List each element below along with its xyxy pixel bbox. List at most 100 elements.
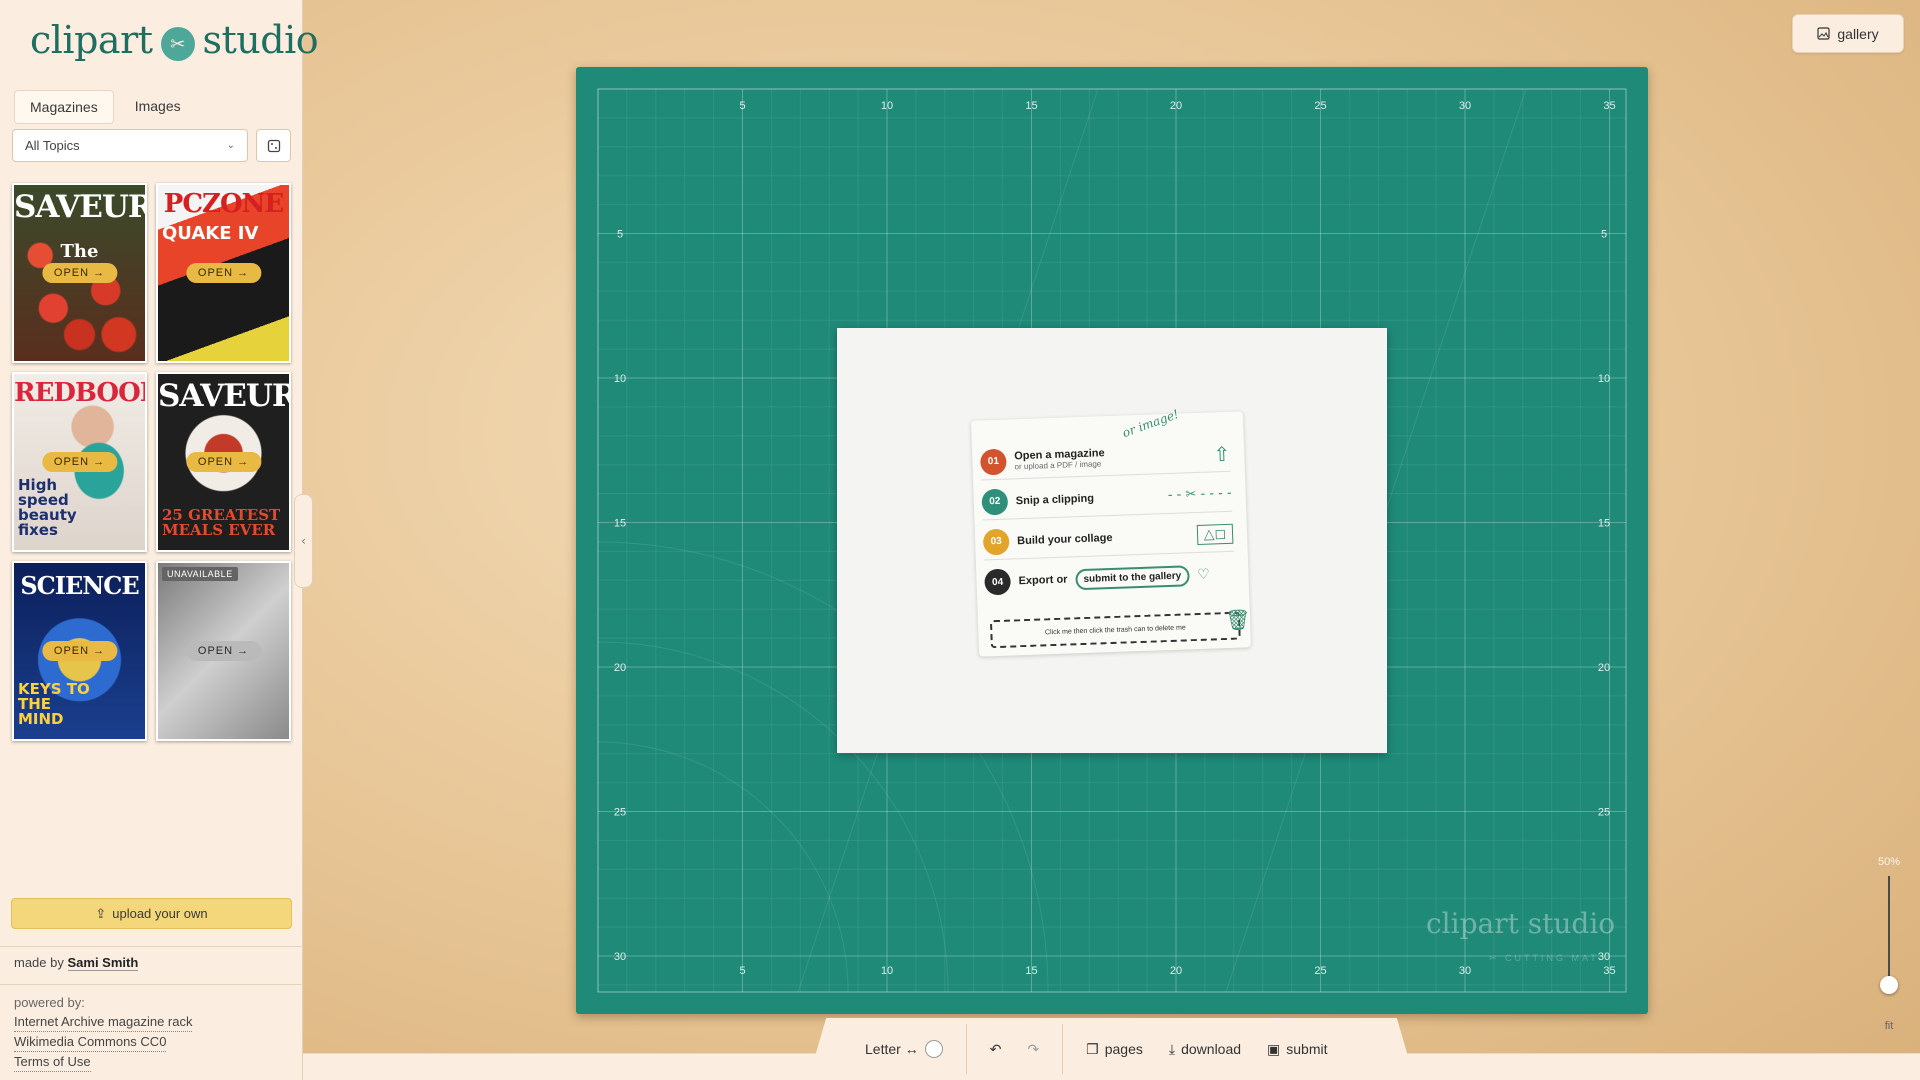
magazine-card[interactable]: PCZONE QUAKE IV OPEN → [156,183,291,363]
shapes-sketch-icon: △◻ [1196,523,1234,545]
ruler-label: 30 [614,951,626,963]
terms-link[interactable]: Terms of Use [14,1052,91,1072]
zoom-level: 50% [1877,856,1901,868]
step-number: 02 [981,488,1009,515]
ruler-label: 30 [1598,951,1610,963]
magazine-card[interactable]: REDBOOK High speed beauty fixes OPEN → [12,372,147,552]
zoom-fit-button[interactable]: fit [1878,1020,1900,1032]
trash-icon[interactable]: 🗑 [1225,607,1251,632]
ruler-label: 20 [1170,100,1182,112]
ruler-label: 5 [739,965,745,977]
open-button[interactable]: OPEN → [41,452,118,472]
ruler-label: 15 [1025,100,1037,112]
open-button[interactable]: OPEN → [41,641,118,661]
wikimedia-link[interactable]: Wikimedia Commons CC0 [14,1032,167,1052]
internet-archive-link[interactable]: Internet Archive magazine rack [14,1012,193,1032]
undo-button[interactable]: ↶ [977,1041,1015,1058]
step-2: 02 Snip a clipping - - ✂ - - - - [981,475,1233,521]
upload-label: upload your own [112,906,208,921]
author-link[interactable]: Sami Smith [67,955,139,971]
bottom-toolbar: Letter ↔ ↶ ↷ ❐ pages ⤓ download ▣ submit [808,1018,1415,1080]
step-label-text: Export or [1018,573,1068,588]
magazine-subtitle: High speed beauty fixes [18,476,77,539]
magazine-title: SCIENCE [20,571,139,600]
upload-button[interactable]: ⇪ upload your own [11,898,292,929]
source-tabs: Magazines Images [14,90,196,124]
ruler-label: 5 [1601,229,1607,241]
step-label: Open a magazine or upload a PDF / image [1014,447,1105,471]
magazine-card[interactable]: SAVEUR The OPEN → [12,183,147,363]
upload-icon: ⇪ [95,905,107,921]
orientation-toggle[interactable] [924,1040,943,1058]
open-button[interactable]: OPEN → [41,263,118,283]
ruler-label: 35 [1603,100,1615,112]
download-icon: ⤓ [1168,1040,1176,1057]
magazine-title: SAVEUR [158,378,291,414]
redo-button[interactable]: ↷ [1014,1041,1052,1058]
collapse-sidebar-button[interactable]: ‹ [294,494,313,588]
tab-magazines[interactable]: Magazines [14,90,114,124]
paper-size-label: Letter ↔ [865,1041,919,1057]
submit-scribble: submit to the gallery [1075,564,1190,590]
ruler-label: 20 [614,662,626,674]
zoom-slider-knob[interactable] [1880,975,1898,994]
gallery-button[interactable]: gallery [1792,14,1904,53]
step-number: 03 [982,528,1010,555]
magazine-subtitle: KEYS TO THE MIND [18,680,90,728]
instructions-clipping[interactable]: 01 Open a magazine or upload a PDF / ima… [970,407,1252,657]
topic-select-value: All Topics [25,138,80,153]
submit-button[interactable]: ▣ submit [1254,1041,1340,1058]
magazine-card[interactable]: SAVEUR 25 GREATEST MEALS EVER OPEN → [156,372,291,552]
step-sublabel: or upload a PDF / image [1014,459,1102,472]
undo-icon: ↶ [989,1040,1002,1057]
open-button[interactable]: OPEN → [185,641,262,661]
divider [0,946,303,947]
collage-page[interactable]: 01 Open a magazine or upload a PDF / ima… [837,328,1387,753]
ruler-label: 30 [1459,965,1471,977]
step-label-text: Build your collage [1016,531,1113,547]
step-4: 04 Export or submit to the gallery ♡ [984,556,1235,601]
topic-select[interactable]: All Topics ⌄ [12,129,248,162]
gallery-label: gallery [1837,25,1879,42]
app-logo[interactable]: clipart ✂ studio [30,18,319,62]
scissors-icon: ✂ [160,27,195,61]
ruler-label: 20 [1170,965,1182,977]
magazine-subtitle: 25 GREATEST MEALS EVER [162,506,281,539]
mat-watermark-sub: ✂ CUTTING MAT [1489,953,1599,963]
download-button[interactable]: ⤓ download [1156,1041,1254,1058]
paper-size-toggle[interactable]: Letter ↔ [852,1040,956,1058]
divider [0,984,303,985]
submit-label: submit [1286,1041,1328,1057]
ruler-label: 10 [614,373,626,385]
chevron-down-icon: ⌄ [226,140,235,151]
magazine-card[interactable]: SCIENCE KEYS TO THE MIND OPEN → [12,561,147,741]
ruler-label: 10 [1598,373,1610,385]
powered-by: powered by: Internet Archive magazine ra… [14,993,193,1072]
step-label-text: Snip a clipping [1015,492,1095,507]
step-number: 04 [984,568,1012,596]
toolbar-separator [1062,1024,1064,1074]
random-button[interactable] [256,129,291,162]
delete-hint: Click me then click the trash can to del… [989,611,1241,649]
unavailable-badge: UNAVAILABLE [162,567,238,581]
tab-images[interactable]: Images [120,90,196,124]
ruler-label: 25 [1598,807,1610,819]
ruler-label: 5 [617,229,623,241]
ruler-label: 25 [1314,100,1326,112]
logo-text-right: studio [202,18,319,62]
ruler-label: 25 [614,807,626,819]
logo-text-left: clipart [30,18,153,62]
toolbar-separator [965,1024,967,1074]
step-1: 01 Open a magazine or upload a PDF / ima… [979,435,1231,481]
pages-button[interactable]: ❐ pages [1073,1041,1156,1058]
ruler-label: 25 [1314,965,1326,977]
open-button[interactable]: OPEN → [185,263,262,283]
dice-icon [267,139,280,152]
open-button[interactable]: OPEN → [185,452,262,472]
ruler-label: 5 [739,100,745,112]
magazine-subtitle: The [60,241,99,262]
heart-sketch-icon: ♡ [1196,566,1211,584]
step-number: 01 [979,448,1007,476]
magazine-card[interactable]: UNAVAILABLE OPEN → [156,561,291,741]
powered-by-label: powered by: [14,995,85,1010]
